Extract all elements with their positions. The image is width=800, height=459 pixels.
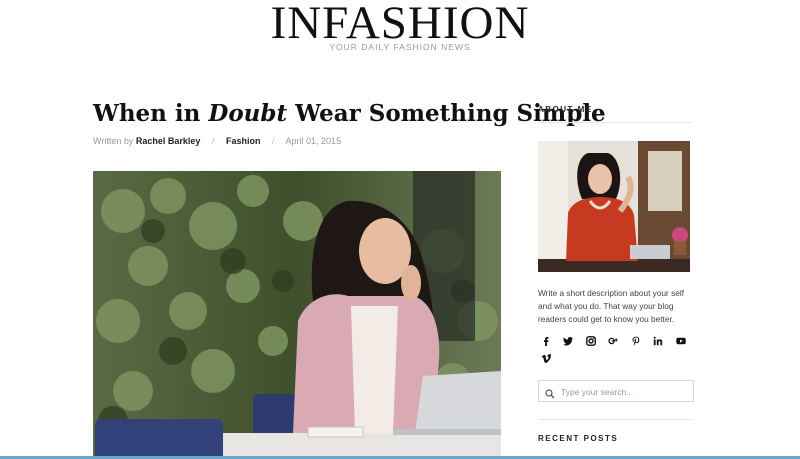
instagram-icon[interactable] bbox=[583, 333, 599, 349]
site-tagline: YOUR DAILY FASHION NEWS bbox=[329, 42, 471, 52]
post-meta: Written by Rachel Barkley / Fashion / Ap… bbox=[93, 136, 341, 146]
youtube-icon[interactable] bbox=[673, 333, 689, 349]
author-link[interactable]: Rachel Barkley bbox=[136, 136, 201, 146]
site-title[interactable]: INFASHION bbox=[0, 0, 800, 47]
category-link[interactable]: Fashion bbox=[226, 136, 261, 146]
recent-posts-heading: RECENT POSTS bbox=[538, 434, 619, 443]
facebook-icon[interactable] bbox=[538, 333, 554, 349]
vimeo-icon[interactable] bbox=[538, 351, 554, 367]
search-input[interactable] bbox=[561, 384, 689, 399]
featured-photo-illustration bbox=[93, 171, 501, 459]
post-date: April 01, 2015 bbox=[285, 136, 342, 146]
post-title-emphasis: Doubt bbox=[208, 100, 288, 127]
about-heading: ABOUT ME bbox=[538, 105, 593, 114]
divider bbox=[538, 419, 692, 420]
post-title-start: When in bbox=[93, 100, 209, 127]
featured-image[interactable] bbox=[93, 171, 501, 459]
twitter-icon[interactable] bbox=[560, 333, 576, 349]
pinterest-icon[interactable] bbox=[628, 333, 644, 349]
search-box[interactable] bbox=[538, 380, 694, 402]
about-description: Write a short description about your sel… bbox=[538, 288, 685, 324]
google-plus-icon[interactable] bbox=[605, 333, 621, 349]
about-photo-illustration bbox=[538, 141, 690, 272]
divider bbox=[538, 122, 692, 123]
linkedin-icon[interactable] bbox=[650, 333, 666, 349]
written-by-label: Written by bbox=[93, 136, 134, 146]
social-icons bbox=[538, 333, 698, 363]
about-photo bbox=[538, 141, 690, 272]
search-icon[interactable] bbox=[545, 386, 555, 399]
meta-separator: / bbox=[211, 136, 215, 146]
post-title[interactable]: When in Doubt Wear Something Simple bbox=[93, 100, 606, 127]
meta-separator: / bbox=[272, 136, 275, 146]
